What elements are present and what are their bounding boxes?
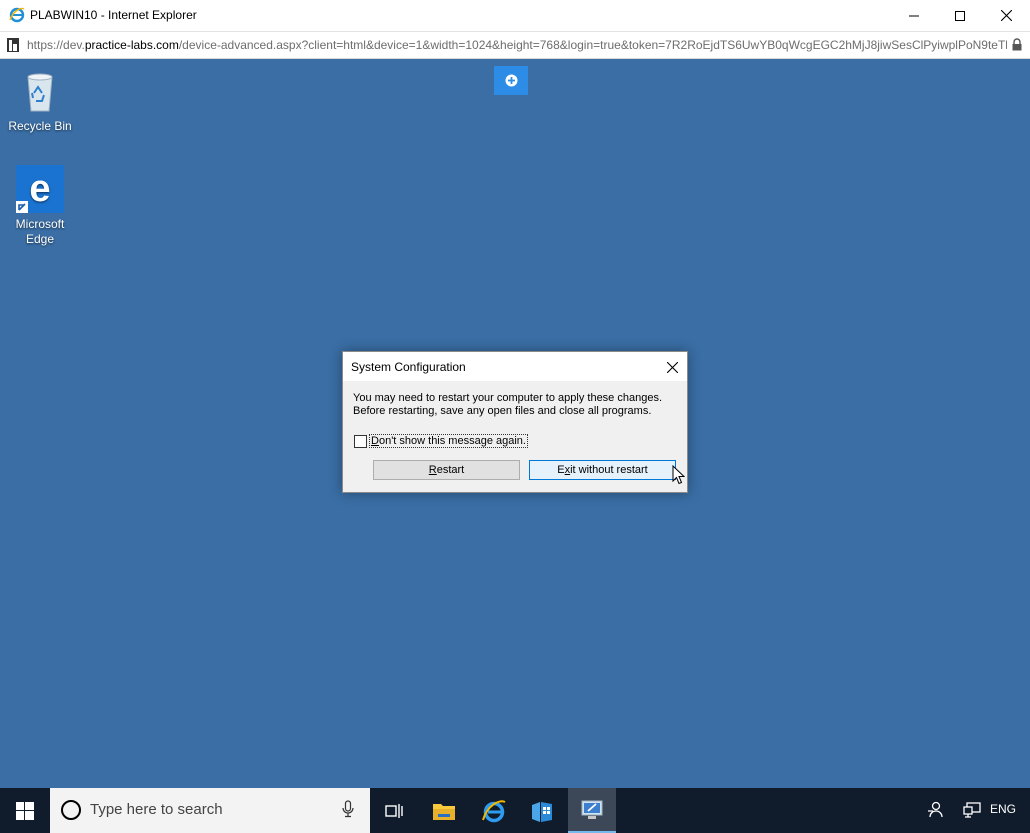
window-title: PLABWIN10 - Internet Explorer	[30, 8, 197, 22]
close-icon	[666, 361, 678, 373]
browser-titlebar: PLABWIN10 - Internet Explorer	[0, 0, 1030, 32]
checkbox-label[interactable]: Don't show this message again.	[369, 434, 528, 448]
url-prefix: https://dev.	[27, 38, 85, 52]
maximize-icon	[955, 10, 965, 21]
exit-without-restart-button[interactable]: Exit without restart	[529, 460, 676, 480]
task-view-icon	[385, 803, 403, 818]
message-line: Before restarting, save any open files a…	[353, 405, 652, 417]
windows-logo-icon	[16, 801, 34, 820]
recycle-bin-shortcut[interactable]: Recycle Bin	[0, 67, 80, 134]
restart-button-label: Restart	[428, 464, 465, 476]
search-placeholder: Type here to search	[90, 801, 223, 818]
dialog-close-button[interactable]	[659, 356, 685, 378]
recycle-bin-icon	[27, 73, 53, 112]
maximize-button[interactable]	[937, 0, 983, 31]
dont-show-checkbox[interactable]: Don't show this message again.	[354, 434, 528, 448]
close-icon	[1000, 10, 1012, 21]
msconfig-icon	[581, 800, 603, 819]
minimize-button[interactable]	[891, 0, 937, 31]
people-icon[interactable]	[927, 801, 943, 819]
desktop-icon-label: Microsoft Edge	[15, 217, 65, 246]
remote-desktop[interactable]: Recycle Bin e Microsoft Edge System Conf…	[0, 59, 1030, 833]
taskbar-search-box[interactable]: Type here to search	[50, 788, 370, 833]
dialog-title: System Configuration	[351, 360, 466, 374]
msconfig-button[interactable]	[568, 788, 616, 833]
file-explorer-button[interactable]	[420, 788, 468, 833]
lock-icon[interactable]	[1012, 38, 1022, 51]
internet-explorer-button[interactable]	[470, 788, 518, 833]
url-path: /device-advanced.aspx?client=html&device…	[178, 38, 1007, 52]
edge-icon: e	[16, 165, 64, 213]
close-window-button[interactable]	[983, 0, 1029, 31]
start-button[interactable]	[0, 788, 50, 833]
plus-circle-icon	[505, 74, 517, 87]
message-line: You may need to restart your computer to…	[353, 392, 662, 404]
task-view-button[interactable]	[370, 788, 418, 833]
remote-toolbar-button[interactable]	[494, 66, 528, 95]
edge-shortcut[interactable]: e Microsoft Edge	[0, 165, 80, 247]
desktop-icon-label: Recycle Bin	[8, 119, 72, 133]
mouse-cursor-icon	[672, 465, 685, 485]
internet-explorer-icon	[9, 7, 25, 23]
restart-button[interactable]: Restart	[373, 460, 520, 480]
svg-text:e: e	[29, 168, 50, 210]
checkbox-box[interactable]	[354, 434, 367, 448]
url-text[interactable]: https://dev.practice-labs.com/device-adv…	[27, 38, 1007, 52]
store-icon	[532, 801, 552, 822]
dialog-titlebar[interactable]: System Configuration	[343, 352, 687, 381]
microphone-icon[interactable]	[342, 800, 354, 818]
cortana-icon	[61, 800, 81, 820]
minimize-icon	[909, 15, 919, 16]
internet-explorer-icon	[482, 799, 506, 822]
taskbar: Type here to search ENG	[0, 788, 1030, 833]
language-indicator[interactable]: ENG	[990, 802, 1016, 816]
network-icon[interactable]	[963, 802, 981, 818]
system-configuration-dialog: System Configuration You may need to res…	[342, 351, 688, 493]
url-host: practice-labs.com	[84, 38, 179, 52]
site-favicon-icon	[7, 38, 19, 52]
dialog-message: You may need to restart your computer to…	[353, 392, 677, 418]
exit-button-label: Exit without restart	[557, 464, 648, 476]
store-button[interactable]	[518, 788, 566, 833]
file-explorer-icon	[433, 803, 455, 820]
address-bar[interactable]: https://dev.practice-labs.com/device-adv…	[0, 32, 1030, 59]
